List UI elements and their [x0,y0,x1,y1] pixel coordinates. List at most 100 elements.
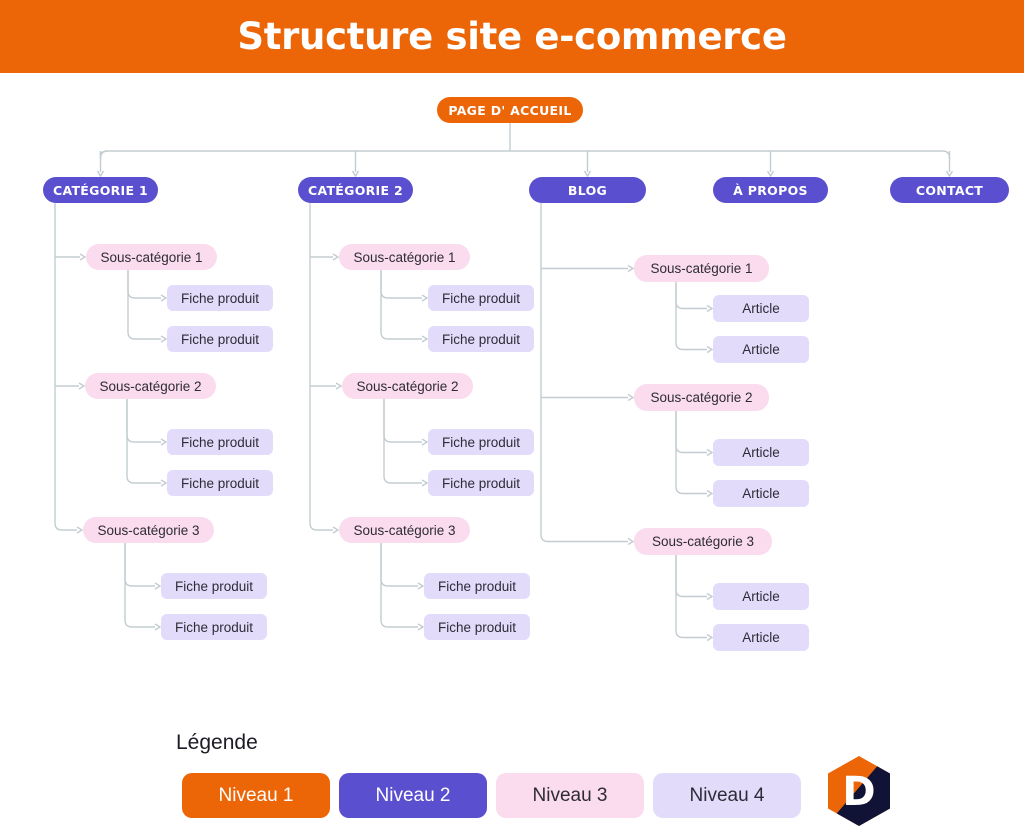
node-level4-categorie-1-2-1[interactable]: Fiche produit [167,429,273,455]
connector-child-categorie-1-2-2 [126,399,161,484]
node-level3-blog-3[interactable]: Sous-catégorie 3 [634,528,772,555]
node-level4-categorie-2-1-2[interactable]: Fiche produit [428,326,534,352]
node-level4-blog-2-2[interactable]: Article [713,480,809,507]
node-root-page-d-accueil[interactable]: PAGE D' ACCUEIL [437,97,583,123]
node-level4-blog-3-2[interactable]: Article [713,624,809,651]
sitemap-diagram: PAGE D' ACCUEIL CATÉGORIE 1 CATÉGORIE 2 BLO… [0,73,1024,693]
connector-spine-categorie-1 [54,203,77,531]
legend-item-niveau-2: Niveau 2 [339,773,487,818]
arrow-child-blog-3-1 [706,592,714,601]
arrow-sub-blog-2 [627,393,635,402]
arrow-sub-categorie-1-1 [79,253,87,261]
arrow-child-categorie-2-2-2 [421,479,429,487]
page-title: Structure site e-commerce [237,15,787,58]
node-level4-categorie-2-1-1[interactable]: Fiche produit [428,285,534,311]
svg-text:D: D [842,769,875,815]
node-label: Sous-catégorie 1 [353,249,456,265]
connector-child-categorie-2-2-2 [383,399,422,484]
node-level4-categorie-1-3-1[interactable]: Fiche produit [161,573,267,599]
node-level4-categorie-1-1-1[interactable]: Fiche produit [167,285,273,311]
arrow-child-blog-1-1 [706,304,714,313]
node-label: Fiche produit [174,578,254,594]
arrow-spine-end-blog [627,537,635,546]
node-label: Sous-catégorie 3 [97,522,200,538]
arrow-child-categorie-1-2-1 [160,438,168,446]
node-label: Fiche produit [174,619,254,635]
connector-child-blog-1-2 [675,282,707,351]
node-label: Fiche produit [441,434,521,450]
node-label: BLOG [567,182,608,198]
node-label: Fiche produit [437,578,517,594]
arrow-child-categorie-2-1-2 [421,335,429,343]
node-level4-categorie-1-1-2[interactable]: Fiche produit [167,326,273,352]
node-level3-categorie-2-2[interactable]: Sous-catégorie 2 [342,373,473,399]
node-level2-categorie-2[interactable]: CATÉGORIE 2 [298,177,413,203]
connector-child-blog-2-1 [675,411,707,454]
node-level4-categorie-1-2-2[interactable]: Fiche produit [167,470,273,496]
node-level4-categorie-2-2-1[interactable]: Fiche produit [428,429,534,455]
legend-swatches: Niveau 1 Niveau 2 Niveau 3 Niveau 4 [182,773,801,818]
node-level4-categorie-1-3-2[interactable]: Fiche produit [161,614,267,640]
node-level3-categorie-1-2[interactable]: Sous-catégorie 2 [85,373,216,399]
arrow-spine-end-categorie-1 [76,526,84,534]
connector-child-categorie-2-2-1 [383,399,422,443]
node-label: Fiche produit [180,475,260,491]
arrow-sub-categorie-1-2 [78,382,86,390]
arrow-child-blog-2-1 [706,448,714,457]
node-label: CATÉGORIE 2 [308,182,403,198]
connector-child-categorie-1-2-1 [126,399,161,443]
arrow-child-categorie-2-1-1 [421,294,429,302]
node-label: Fiche produit [180,331,260,347]
node-level3-categorie-1-3[interactable]: Sous-catégorie 3 [83,517,214,543]
node-level4-blog-2-1[interactable]: Article [713,439,809,466]
arrow-child-categorie-1-3-1 [154,582,162,590]
connector-bus-end-right [942,150,951,159]
arrow-sub-categorie-2-2 [335,382,343,390]
connector-spine-blog [540,203,628,543]
node-level4-categorie-2-3-2[interactable]: Fiche produit [424,614,530,640]
connector-child-blog-3-1 [675,555,707,598]
arrow-child-blog-3-2 [706,633,714,642]
node-label: CATÉGORIE 1 [53,182,148,198]
hexagon-logo-icon: D [828,756,890,826]
legend-title: Légende [176,731,258,754]
node-level3-categorie-2-1[interactable]: Sous-catégorie 1 [339,244,470,270]
node-level4-blog-1-1[interactable]: Article [713,295,809,322]
node-level4-categorie-2-3-1[interactable]: Fiche produit [424,573,530,599]
node-label: Sous-catégorie 3 [651,534,755,549]
connector-child-categorie-1-1-1 [127,270,161,299]
legend-item-niveau-3: Niveau 3 [496,773,644,818]
arrow-child-categorie-1-3-2 [154,623,162,631]
node-level2-categorie-1[interactable]: CATÉGORIE 1 [43,177,158,203]
connector-spine-categorie-2 [309,203,333,531]
node-level3-blog-1[interactable]: Sous-catégorie 1 [634,255,769,282]
node-label: Article [742,486,780,501]
connector-child-categorie-1-3-1 [124,543,155,587]
arrow-child-categorie-2-3-2 [417,623,425,631]
node-level2-a-propos[interactable]: À PROPOS [713,177,828,203]
arrow-child-categorie-2-2-1 [421,438,429,446]
node-label: Fiche produit [180,290,260,306]
node-label: Article [742,589,780,604]
node-label: Sous-catégorie 3 [353,522,456,538]
brand-logo: D [826,755,892,827]
node-label: Sous-catégorie 2 [99,378,202,394]
node-label: Article [742,445,780,460]
node-level3-categorie-1-1[interactable]: Sous-catégorie 1 [86,244,217,270]
node-label: Article [742,630,780,645]
node-level2-contact[interactable]: CONTACT [890,177,1009,203]
node-level4-categorie-2-2-2[interactable]: Fiche produit [428,470,534,496]
node-label: Sous-catégorie 2 [650,390,753,405]
node-level3-blog-2[interactable]: Sous-catégorie 2 [634,384,769,411]
node-level4-blog-3-1[interactable]: Article [713,583,809,610]
arrow-spine-end-categorie-2 [332,526,340,534]
node-level4-blog-1-2[interactable]: Article [713,336,809,363]
arrow-child-categorie-1-2-2 [160,479,168,487]
arrow-child-categorie-2-3-1 [417,582,425,590]
node-level3-categorie-2-3[interactable]: Sous-catégorie 3 [339,517,470,543]
node-level2-blog[interactable]: BLOG [529,177,646,203]
connector-child-categorie-1-1-2 [127,270,161,340]
node-label: PAGE D' ACCUEIL [448,102,572,118]
node-label: Fiche produit [441,475,521,491]
node-label: CONTACT [915,182,984,198]
